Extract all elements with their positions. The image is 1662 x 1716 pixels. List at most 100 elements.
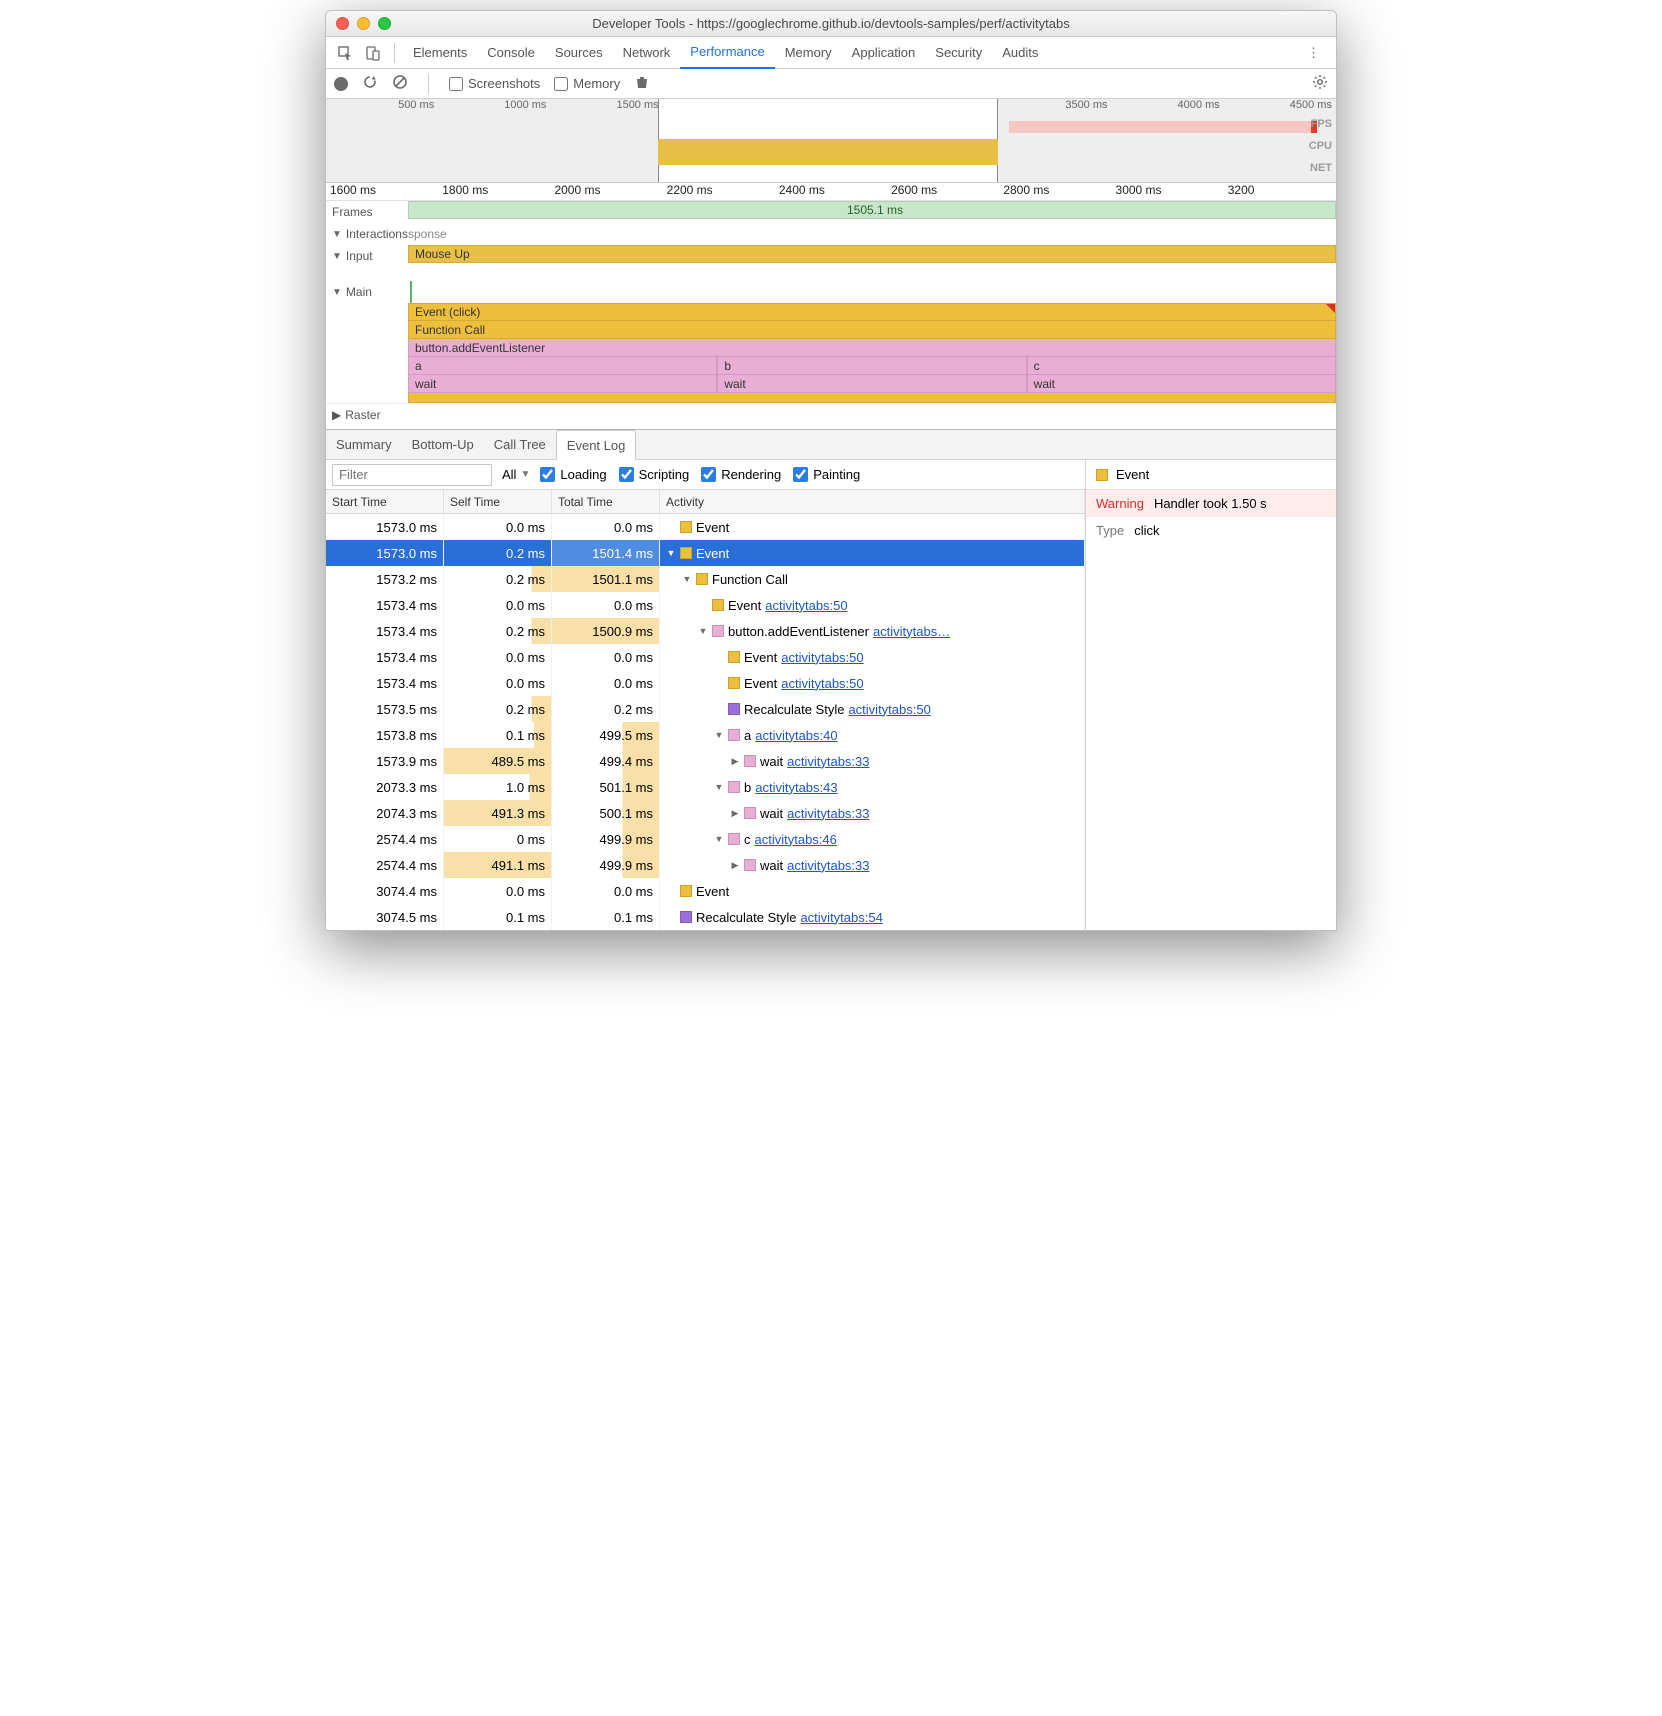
col-activity[interactable]: Activity: [660, 490, 1085, 513]
flame-tail[interactable]: [408, 393, 1336, 403]
tab-audits[interactable]: Audits: [992, 37, 1048, 69]
frames-label[interactable]: Frames: [326, 201, 408, 223]
source-link[interactable]: activitytabs:43: [755, 780, 837, 795]
activity-swatch-icon: [680, 521, 692, 533]
expand-icon[interactable]: ▼: [698, 626, 708, 636]
source-link[interactable]: activitytabs:50: [765, 598, 847, 613]
flame-c[interactable]: c: [1027, 357, 1336, 375]
tab-elements[interactable]: Elements: [403, 37, 477, 69]
source-link[interactable]: activitytabs:54: [800, 910, 882, 925]
filter-bar: All▼ Loading Scripting Rendering Painting: [326, 460, 1085, 490]
source-link[interactable]: activitytabs…: [873, 624, 950, 639]
device-icon[interactable]: [360, 40, 386, 66]
filter-rendering[interactable]: Rendering: [701, 467, 781, 482]
expand-icon[interactable]: ▶: [730, 860, 740, 871]
main-label[interactable]: ▼Main: [326, 281, 408, 303]
flame-wait-2[interactable]: wait: [717, 375, 1026, 393]
flame-function-call[interactable]: Function Call: [408, 321, 1336, 339]
source-link[interactable]: activitytabs:50: [781, 676, 863, 691]
source-link[interactable]: activitytabs:46: [755, 832, 837, 847]
tab-sources[interactable]: Sources: [545, 37, 613, 69]
table-row[interactable]: 1573.0 ms0.2 ms1501.4 ms▼Event: [326, 540, 1085, 566]
minimize-icon[interactable]: [357, 17, 370, 30]
col-total[interactable]: Total Time: [552, 490, 660, 513]
activity-swatch-icon: [680, 885, 692, 897]
flame-add-listener[interactable]: button.addEventListener: [408, 339, 1336, 357]
tab-application[interactable]: Application: [842, 37, 926, 69]
expand-icon[interactable]: ▼: [714, 730, 724, 740]
filter-scripting[interactable]: Scripting: [619, 467, 690, 482]
table-row[interactable]: 1573.5 ms0.2 ms0.2 msRecalculate Styleac…: [326, 696, 1085, 722]
source-link[interactable]: activitytabs:33: [787, 754, 869, 769]
clear-button[interactable]: [392, 74, 408, 93]
table-row[interactable]: 2574.4 ms491.1 ms499.9 ms▶waitactivityta…: [326, 852, 1085, 878]
activity-swatch-icon: [712, 599, 724, 611]
perf-toolbar: Screenshots Memory: [326, 69, 1336, 99]
tab-console[interactable]: Console: [477, 37, 545, 69]
record-button[interactable]: [334, 77, 348, 91]
flame-event-click[interactable]: Event (click): [408, 303, 1336, 321]
source-link[interactable]: activitytabs:33: [787, 806, 869, 821]
interactions-label[interactable]: ▼Interactions: [326, 223, 408, 245]
table-row[interactable]: 2574.4 ms0 ms499.9 ms▼cactivitytabs:46: [326, 826, 1085, 852]
table-row[interactable]: 1573.4 ms0.0 ms0.0 msEventactivitytabs:5…: [326, 592, 1085, 618]
expand-icon[interactable]: ▶: [730, 756, 740, 767]
filter-loading[interactable]: Loading: [540, 467, 606, 482]
expand-icon[interactable]: ▼: [666, 548, 676, 558]
input-label[interactable]: ▼Input: [326, 245, 408, 267]
table-row[interactable]: 2073.3 ms1.0 ms501.1 ms▼bactivitytabs:43: [326, 774, 1085, 800]
settings-icon[interactable]: [1312, 74, 1328, 93]
col-start[interactable]: Start Time: [326, 490, 444, 513]
expand-icon[interactable]: ▼: [714, 782, 724, 792]
input-bar[interactable]: Mouse Up: [408, 245, 1336, 263]
warning-row: Warning Handler took 1.50 s: [1086, 490, 1336, 517]
gc-button[interactable]: [634, 74, 650, 93]
raster-label[interactable]: ▶Raster: [326, 403, 1336, 425]
event-swatch-icon: [1096, 469, 1108, 481]
table-row[interactable]: 3074.5 ms0.1 ms0.1 msRecalculate Styleac…: [326, 904, 1085, 930]
bottom-tab-call-tree[interactable]: Call Tree: [484, 430, 556, 460]
table-row[interactable]: 1573.2 ms0.2 ms1501.1 ms▼Function Call: [326, 566, 1085, 592]
source-link[interactable]: activitytabs:50: [848, 702, 930, 717]
table-row[interactable]: 1573.4 ms0.0 ms0.0 msEventactivitytabs:5…: [326, 644, 1085, 670]
filter-input[interactable]: [332, 464, 492, 486]
table-row[interactable]: 1573.8 ms0.1 ms499.5 ms▼aactivitytabs:40: [326, 722, 1085, 748]
bottom-tab-bottom-up[interactable]: Bottom-Up: [402, 430, 484, 460]
zoom-icon[interactable]: [378, 17, 391, 30]
table-row[interactable]: 1573.4 ms0.0 ms0.0 msEventactivitytabs:5…: [326, 670, 1085, 696]
tab-memory[interactable]: Memory: [775, 37, 842, 69]
tab-security[interactable]: Security: [925, 37, 992, 69]
table-row[interactable]: 3074.4 ms0.0 ms0.0 msEvent: [326, 878, 1085, 904]
table-row[interactable]: 1573.4 ms0.2 ms1500.9 ms▼button.addEvent…: [326, 618, 1085, 644]
reload-button[interactable]: [362, 74, 378, 93]
filter-painting[interactable]: Painting: [793, 467, 860, 482]
source-link[interactable]: activitytabs:50: [781, 650, 863, 665]
overview[interactable]: 500 ms1000 ms1500 ms2000 ms2500 ms3000 m…: [326, 99, 1336, 183]
activity-swatch-icon: [728, 781, 740, 793]
col-self[interactable]: Self Time: [444, 490, 552, 513]
source-link[interactable]: activitytabs:40: [755, 728, 837, 743]
frame-bar[interactable]: 1505.1 ms: [408, 201, 1336, 219]
bottom-tab-event-log[interactable]: Event Log: [556, 430, 637, 460]
screenshots-checkbox[interactable]: Screenshots: [449, 76, 540, 91]
tab-network[interactable]: Network: [613, 37, 681, 69]
memory-checkbox[interactable]: Memory: [554, 76, 620, 91]
flame-a[interactable]: a: [408, 357, 717, 375]
source-link[interactable]: activitytabs:33: [787, 858, 869, 873]
inspect-icon[interactable]: [332, 40, 358, 66]
more-icon[interactable]: ⋮: [1297, 45, 1330, 61]
duration-select[interactable]: All▼: [502, 467, 530, 482]
bottom-tab-summary[interactable]: Summary: [326, 430, 402, 460]
flame-wait-3[interactable]: wait: [1027, 375, 1336, 393]
close-icon[interactable]: [336, 17, 349, 30]
tracks[interactable]: Frames 1505.1 ms ▼Interactions sponse ▼I…: [326, 201, 1336, 429]
flame-b[interactable]: b: [717, 357, 1026, 375]
expand-icon[interactable]: ▶: [730, 808, 740, 819]
expand-icon[interactable]: ▼: [682, 574, 692, 584]
tab-performance[interactable]: Performance: [680, 37, 774, 69]
flame-wait-1[interactable]: wait: [408, 375, 717, 393]
table-row[interactable]: 1573.9 ms489.5 ms499.4 ms▶waitactivityta…: [326, 748, 1085, 774]
table-row[interactable]: 1573.0 ms0.0 ms0.0 msEvent: [326, 514, 1085, 540]
table-row[interactable]: 2074.3 ms491.3 ms500.1 ms▶waitactivityta…: [326, 800, 1085, 826]
expand-icon[interactable]: ▼: [714, 834, 724, 844]
